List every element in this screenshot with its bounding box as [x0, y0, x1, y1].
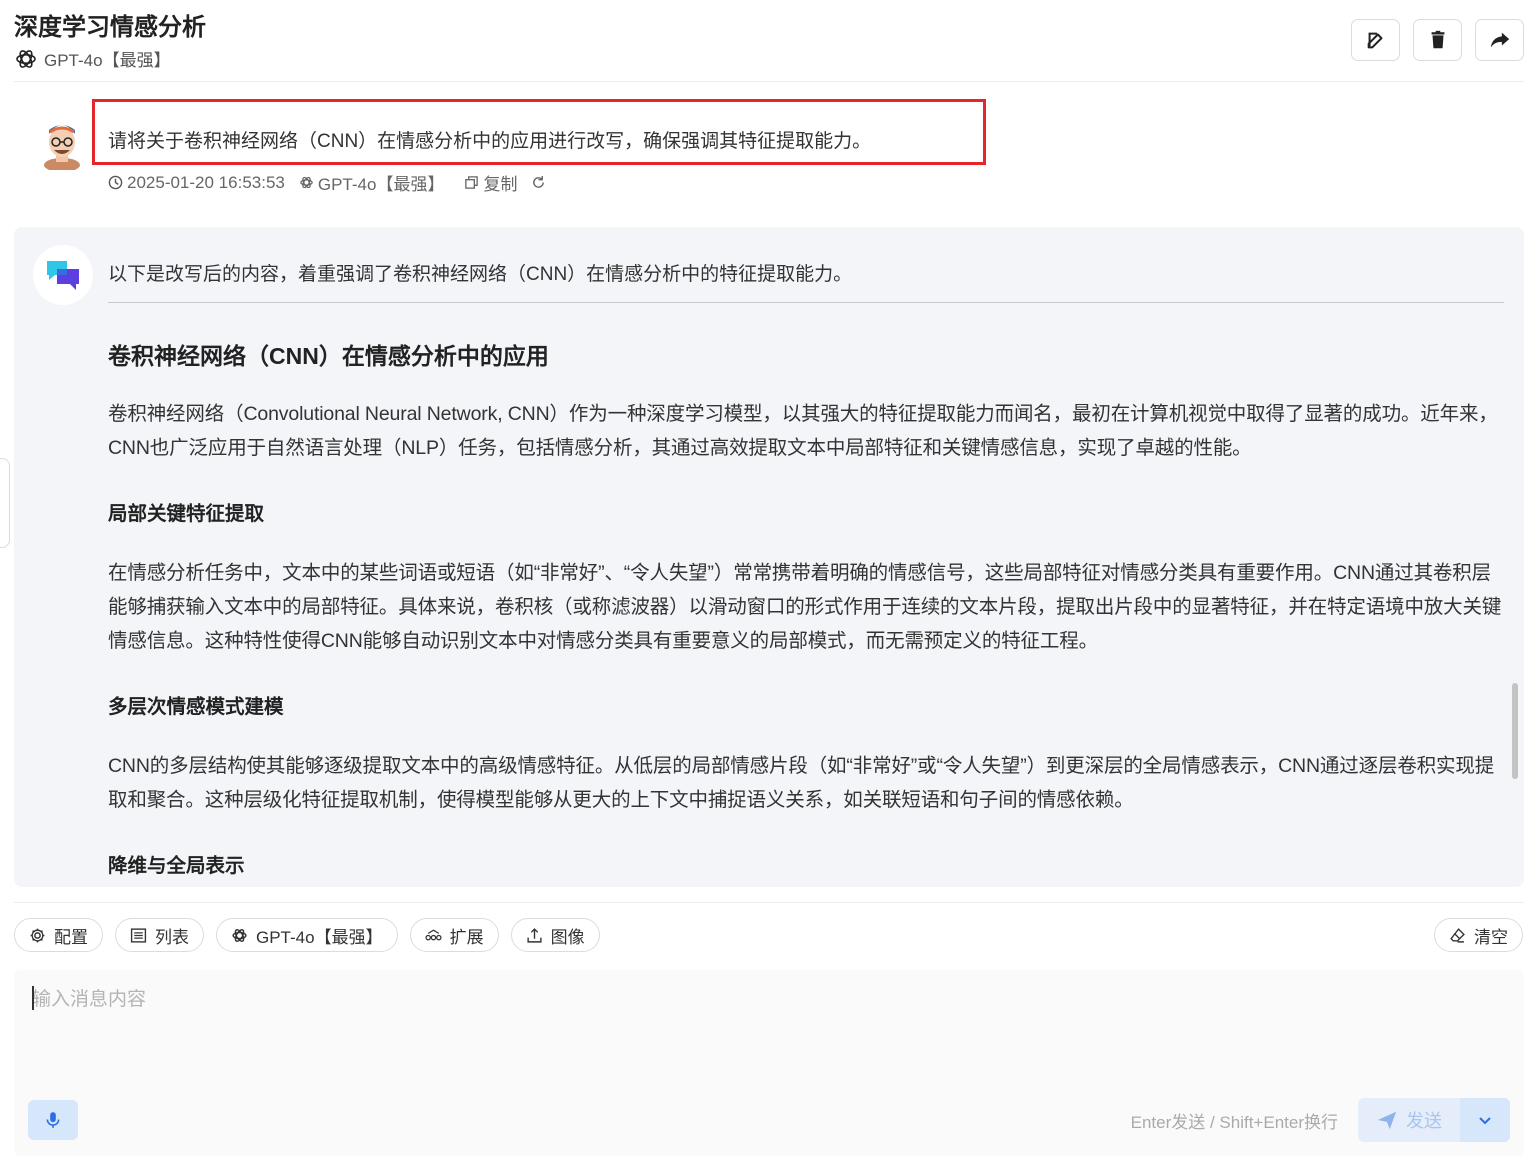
message-composer: Enter发送 / Shift+Enter换行 发送 [14, 970, 1524, 1156]
copy-label: 复制 [483, 175, 518, 194]
assistant-intro: 以下是改写后的内容，着重强调了卷积神经网络（CNN）在情感分析中的特征提取能力。 [108, 259, 1504, 303]
chat-title: 深度学习情感分析 [14, 14, 206, 41]
chevron-down-icon [1479, 1117, 1491, 1125]
section-title: 局部关键特征提取 [108, 503, 265, 525]
user-message-meta: 2025-01-20 16:53:53 GPT-4o【最强】 复制 [108, 170, 546, 195]
share-button[interactable] [1475, 19, 1524, 61]
section-title: 多层次情感模式建模 [108, 696, 284, 718]
refresh-icon [533, 175, 545, 188]
user-avatar-icon [44, 125, 80, 172]
config-button[interactable]: 配置 [14, 918, 103, 952]
extend-button[interactable]: 扩展 [409, 918, 499, 952]
model-select-label: GPT-4o【最强】 [256, 927, 383, 947]
config-label: 配置 [54, 927, 88, 947]
send-label: 发送 [1406, 1111, 1442, 1131]
extend-label: 扩展 [449, 927, 484, 947]
extend-icon [425, 928, 442, 940]
trash-icon [1431, 30, 1444, 49]
shortcut-hint: Enter发送 / Shift+Enter换行 [1130, 1113, 1338, 1132]
paper-plane-icon [1377, 1111, 1397, 1130]
message-model: GPT-4o【最强】 [299, 170, 445, 195]
voice-input-button[interactable] [28, 1100, 78, 1140]
model-select-button[interactable]: GPT-4o【最强】 [216, 918, 398, 952]
clear-button[interactable]: 清空 [1434, 918, 1523, 952]
timestamp-text: 2025-01-20 16:53:53 [127, 172, 285, 192]
chat-bubbles-icon [47, 261, 79, 290]
openai-model-icon [232, 928, 247, 942]
list-icon [130, 927, 147, 943]
clear-label: 清空 [1474, 927, 1508, 947]
gear-icon [30, 928, 45, 942]
section-title: 降维与全局表示 [108, 855, 245, 877]
list-button[interactable]: 列表 [115, 918, 204, 952]
delete-button[interactable] [1413, 19, 1462, 61]
copy-button[interactable]: 复制 [464, 170, 517, 195]
list-label: 列表 [155, 927, 189, 947]
model-indicator: GPT-4o【最强】 [14, 46, 1524, 71]
edit-icon [1367, 32, 1383, 49]
text-caret [32, 986, 34, 1010]
image-label: 图像 [550, 927, 585, 947]
send-button[interactable]: 发送 [1358, 1098, 1460, 1142]
response-paragraph: 卷积神经网络（Convolutional Neural Network, CNN… [108, 403, 1498, 459]
message-input[interactable] [32, 984, 1502, 1074]
user-message-text: 请将关于卷积神经网络（CNN）在情感分析中的应用进行改写，确保强调其特征提取能力… [108, 131, 872, 152]
section-text: 在情感分析任务中，文本中的某些词语或短语（如“非常好”、“令人失望”）常常携带着… [108, 562, 1502, 652]
microphone-icon [46, 1112, 60, 1128]
assistant-avatar [33, 245, 93, 305]
openai-small-icon [300, 176, 313, 189]
scrollbar-thumb[interactable] [1512, 683, 1518, 779]
response-heading: 卷积神经网络（CNN）在情感分析中的应用 [108, 343, 549, 369]
chat-header: 深度学习情感分析 GPT-4o【最强】 [14, 12, 1524, 82]
section-text: CNN的多层结构使其能够逐级提取文本中的高级情感特征。从低层的局部情感片段（如“… [108, 755, 1495, 811]
edit-button[interactable] [1351, 19, 1400, 61]
sidebar-toggle[interactable] [0, 458, 10, 548]
copy-icon [465, 176, 479, 189]
regenerate-button[interactable] [531, 175, 546, 190]
openai-logo-icon [16, 49, 36, 68]
message-model-text: GPT-4o【最强】 [317, 175, 445, 194]
image-button[interactable]: 图像 [510, 918, 600, 952]
eraser-icon [1450, 927, 1465, 943]
upload-image-icon [527, 927, 542, 943]
clock-icon [108, 175, 123, 190]
timestamp: 2025-01-20 16:53:53 [108, 173, 285, 193]
user-avatar [40, 118, 84, 172]
input-toolbar: 配置 列表 GPT-4o【最强】 扩展 图像 [14, 918, 600, 952]
share-icon [1490, 32, 1509, 48]
divider [14, 902, 1524, 903]
assistant-message: 以下是改写后的内容，着重强调了卷积神经网络（CNN）在情感分析中的特征提取能力。… [14, 227, 1524, 887]
model-name: GPT-4o【最强】 [44, 51, 171, 70]
send-options-dropdown[interactable] [1460, 1098, 1510, 1142]
